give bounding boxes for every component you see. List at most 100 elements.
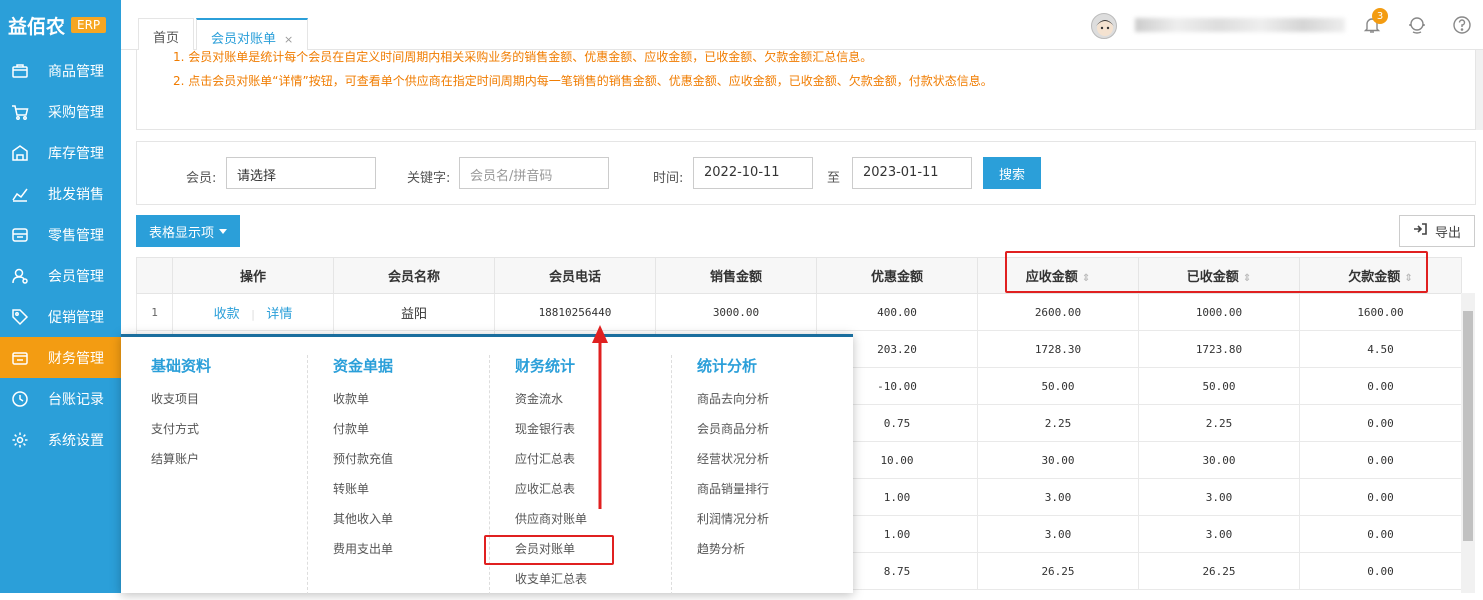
keyword-label: 关键字: bbox=[407, 171, 451, 186]
sidebar-item-3[interactable]: 批发销售 bbox=[0, 173, 121, 214]
red-arrow-annotation bbox=[592, 325, 608, 509]
menu-item[interactable]: 会员商品分析 bbox=[697, 420, 769, 450]
cell-receivable: 30.00 bbox=[977, 441, 1139, 479]
sidebar-item-4[interactable]: 零售管理 bbox=[0, 214, 121, 255]
sidebar-item-label: 批发销售 bbox=[48, 186, 104, 203]
username-blurred bbox=[1135, 18, 1345, 32]
cell-actions: 收款 | 详情 bbox=[172, 293, 334, 331]
menu-item[interactable]: 经营状况分析 bbox=[697, 450, 769, 480]
export-label: 导出 bbox=[1434, 225, 1461, 241]
sidebar-item-label: 台账记录 bbox=[48, 391, 104, 408]
cell-received: 3.00 bbox=[1138, 478, 1300, 516]
menu-column-title: 基础资料 bbox=[151, 357, 212, 375]
date-from-input[interactable]: 2022-10-11 bbox=[693, 157, 813, 189]
table-scrollbar[interactable] bbox=[1461, 293, 1475, 593]
sidebar-item-2[interactable]: 库存管理 bbox=[0, 132, 121, 173]
column-header-label: 会员电话 bbox=[548, 270, 601, 285]
menu-item[interactable]: 收款单 bbox=[333, 390, 393, 420]
cell-received: 2.25 bbox=[1138, 404, 1300, 442]
menu-divider bbox=[307, 355, 308, 595]
cell-receivable: 50.00 bbox=[977, 367, 1139, 405]
sidebar-item-0[interactable]: 商品管理 bbox=[0, 50, 121, 91]
support-icon[interactable] bbox=[1406, 14, 1428, 36]
menu-item[interactable]: 应付汇总表 bbox=[515, 450, 587, 480]
cell-phone: 18810256440 bbox=[494, 293, 656, 331]
cell-discount: 400.00 bbox=[816, 293, 978, 331]
menu-item[interactable]: 应收汇总表 bbox=[515, 480, 587, 510]
sidebar-item-7[interactable]: 财务管理 bbox=[0, 337, 129, 378]
sidebar-item-label: 零售管理 bbox=[48, 227, 104, 244]
sidebar-item-label: 采购管理 bbox=[48, 104, 104, 121]
detail-link[interactable]: 详情 bbox=[266, 307, 292, 322]
cell-received: 26.25 bbox=[1138, 552, 1300, 590]
sidebar-item-5[interactable]: 会员管理 bbox=[0, 255, 121, 296]
column-header-label: 优惠金额 bbox=[870, 270, 923, 285]
menu-column-title: 资金单据 bbox=[333, 357, 394, 375]
tab-label: 首页 bbox=[153, 31, 180, 46]
menu-item[interactable]: 现金银行表 bbox=[515, 420, 587, 450]
menu-item[interactable]: 趋势分析 bbox=[697, 540, 769, 570]
menu-column-title: 财务统计 bbox=[515, 357, 576, 375]
erp-badge: ERP bbox=[71, 17, 107, 33]
collect-link[interactable]: 收款 bbox=[214, 307, 240, 322]
tip-line: 2. 点击会员对账单“详情”按钮，可查看单个供应商在指定时间周期内每一笔销售的销… bbox=[173, 74, 993, 88]
menu-item[interactable]: 利润情况分析 bbox=[697, 510, 769, 540]
menu-column: 基础资料收支项目 支付方式 结算账户 bbox=[151, 337, 211, 596]
sidebar-item-6[interactable]: 促销管理 bbox=[0, 296, 121, 337]
export-icon bbox=[1413, 223, 1427, 239]
menu-item[interactable]: 其他收入单 bbox=[333, 510, 393, 540]
warehouse-icon bbox=[10, 143, 30, 163]
search-button[interactable]: 搜索 bbox=[983, 157, 1041, 189]
cell-sales: 3000.00 bbox=[655, 293, 817, 331]
highlight-box-member-statement bbox=[484, 535, 614, 565]
date-to-input[interactable]: 2023-01-11 bbox=[852, 157, 972, 189]
cell-name: 益阳 bbox=[333, 293, 495, 331]
menu-item[interactable]: 预付款充值 bbox=[333, 450, 393, 480]
avatar[interactable] bbox=[1091, 13, 1117, 39]
sidebar: 益佰农 ERP 商品管理采购管理库存管理批发销售零售管理会员管理 促销管理财务管理… bbox=[0, 0, 129, 593]
scrollbar-thumb[interactable] bbox=[1463, 311, 1473, 541]
column-header: 销售金额 bbox=[655, 257, 817, 294]
cell-receivable: 3.00 bbox=[977, 478, 1139, 516]
member-select[interactable]: 请选择 bbox=[226, 157, 376, 189]
tips-panel: 1. 会员对账单是统计每个会员在自定义时间周期内相关采购业务的销售金额、优惠金额… bbox=[136, 50, 1476, 130]
sidebar-item-1[interactable]: 采购管理 bbox=[0, 91, 121, 132]
menu-item[interactable]: 转账单 bbox=[333, 480, 393, 510]
cell-received: 1000.00 bbox=[1138, 293, 1300, 331]
cell-owed: 0.00 bbox=[1299, 367, 1462, 405]
column-header-label: 销售金额 bbox=[709, 270, 762, 285]
export-button[interactable]: 导出 bbox=[1399, 215, 1475, 247]
cart-icon bbox=[10, 102, 30, 122]
table-row: 1 收款 | 详情 益阳 18810256440 3000.00 400.00 2600.00 1… bbox=[136, 293, 1462, 331]
menu-column: 统计分析 商品去向分析 会员商品分析 经营状况分析 商品销量排行 利润情况分析 趋势分析 bbox=[697, 337, 769, 596]
sidebar-item-label: 财务管理 bbox=[48, 350, 104, 367]
sidebar-item-9[interactable]: 系统设置 bbox=[0, 419, 121, 460]
menu-column: 资金单据收款单 付款单 预付款充值 转账单 其他收入单 费用支出单 bbox=[333, 337, 393, 596]
menu-item[interactable]: 费用支出单 bbox=[333, 540, 393, 570]
column-display-label: 表格显示项 bbox=[148, 225, 214, 241]
sidebar-item-8[interactable]: 台账记录 bbox=[0, 378, 121, 419]
logo[interactable]: 益佰农 ERP bbox=[0, 0, 121, 50]
menu-item[interactable]: 资金流水 bbox=[515, 390, 587, 420]
cell-receivable: 1728.30 bbox=[977, 330, 1139, 368]
menu-item[interactable]: 收支单汇总表 bbox=[515, 570, 587, 600]
column-header-label: 会员名称 bbox=[387, 270, 440, 285]
tip-line: 1. 会员对账单是统计每个会员在自定义时间周期内相关采购业务的销售金额、优惠金额… bbox=[173, 50, 873, 64]
help-icon[interactable] bbox=[1451, 14, 1473, 36]
cell-owed: 0.00 bbox=[1299, 441, 1462, 479]
column-display-button[interactable]: 表格显示项 bbox=[136, 215, 240, 247]
keyword-input[interactable]: 会员名/拼音码 bbox=[459, 157, 609, 189]
menu-item[interactable]: 商品去向分析 bbox=[697, 390, 769, 420]
menu-item[interactable]: 付款单 bbox=[333, 420, 393, 450]
menu-item[interactable]: 收支项目 bbox=[151, 390, 211, 420]
menu-item[interactable]: 支付方式 bbox=[151, 420, 211, 450]
tips-scrollbar[interactable] bbox=[1476, 50, 1483, 130]
menu-item[interactable]: 结算账户 bbox=[151, 450, 211, 480]
user-icon bbox=[10, 266, 30, 286]
menu-item[interactable]: 商品销量排行 bbox=[697, 480, 769, 510]
store-icon bbox=[10, 225, 30, 245]
cell-received: 1723.80 bbox=[1138, 330, 1300, 368]
time-label: 时间: bbox=[653, 171, 684, 186]
chart-icon bbox=[10, 184, 30, 204]
tag-icon bbox=[10, 307, 30, 327]
